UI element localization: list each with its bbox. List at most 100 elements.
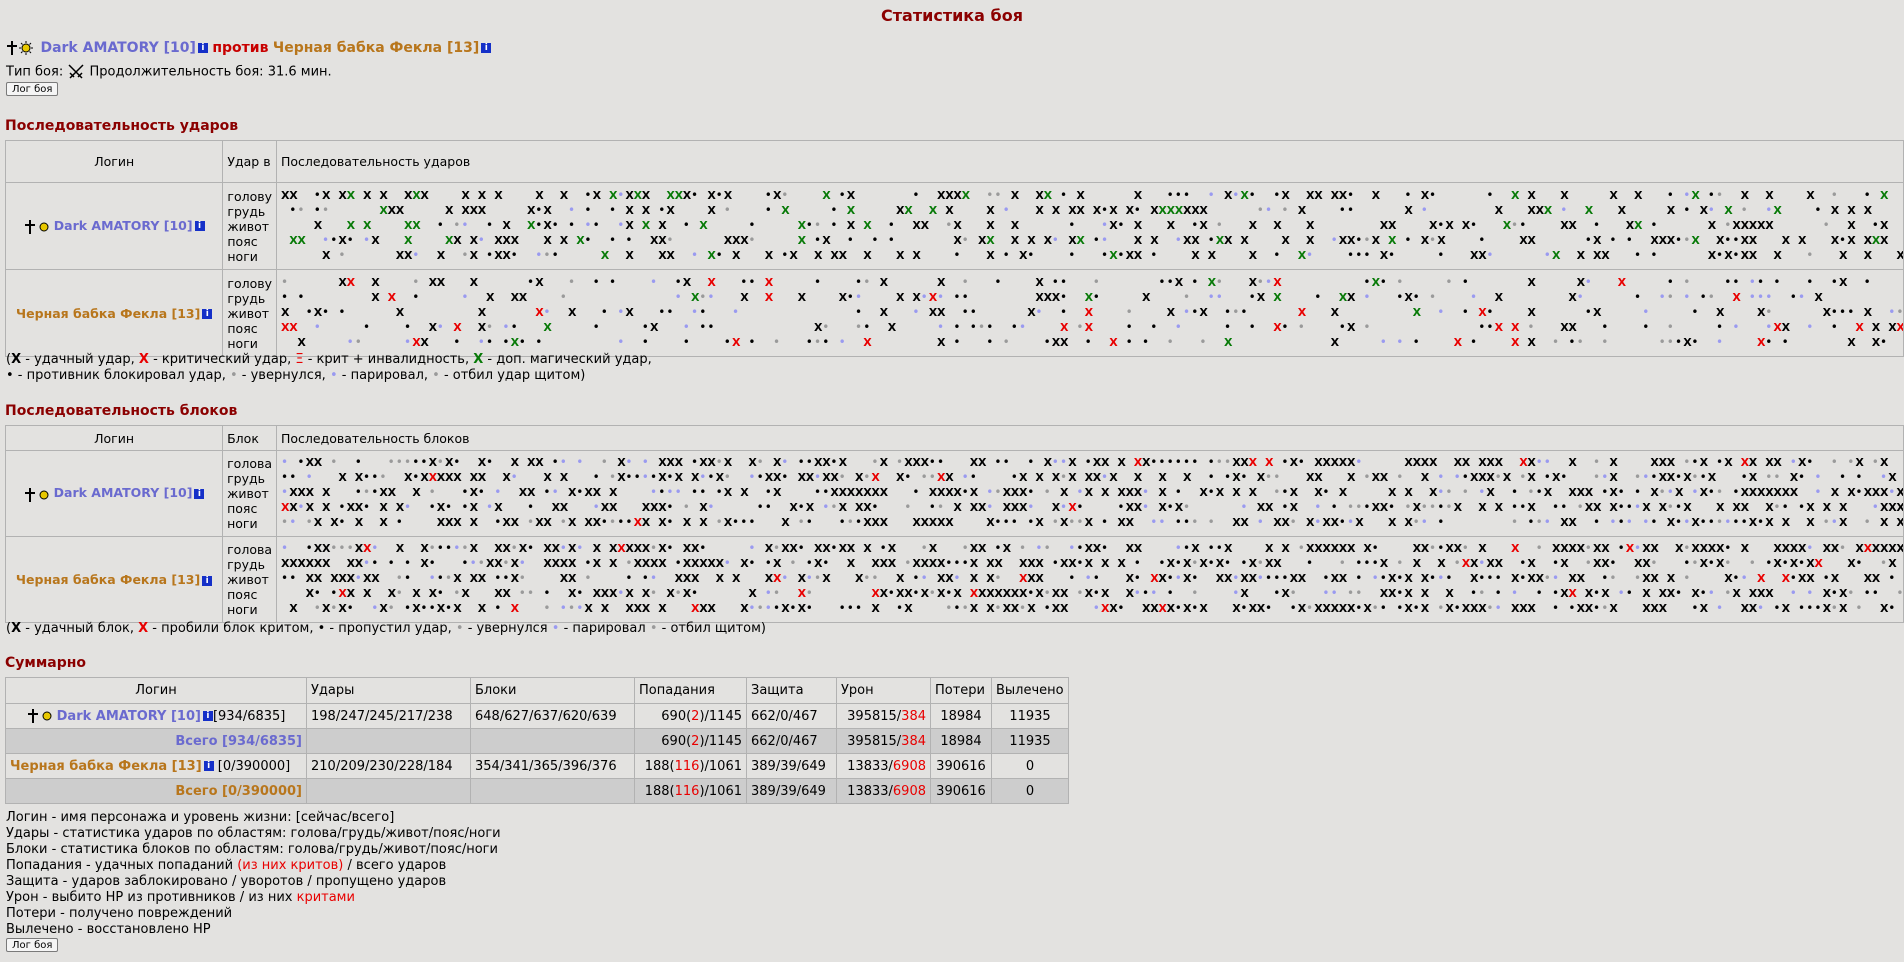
dot-mark: • <box>1544 571 1551 585</box>
hit-mark: X <box>1880 516 1889 529</box>
dot-mark: • <box>306 515 313 529</box>
hit-mark: X <box>1224 336 1233 349</box>
hit-mark: X <box>1134 219 1143 232</box>
battle-log-button[interactable]: Лог боя <box>6 938 59 952</box>
fighter-1-name[interactable]: Dark AMATORY [10] <box>40 40 195 56</box>
dot-mark: • <box>675 556 682 570</box>
hit-mark: X <box>1019 471 1028 484</box>
hit-mark: X <box>1388 219 1397 232</box>
fighter-1-name[interactable]: Dark AMATORY [10] <box>54 218 193 233</box>
hit-mark: X <box>1068 471 1077 484</box>
dot-mark: • <box>1273 188 1280 202</box>
info-icon[interactable]: i <box>197 43 208 53</box>
dot-mark: • <box>1659 485 1666 499</box>
hit-mark: X <box>1593 501 1602 514</box>
hit-mark: X <box>1208 249 1217 262</box>
dot-mark: • <box>437 455 444 469</box>
dot-mark: • <box>1782 556 1789 570</box>
dot-mark: • <box>494 571 501 585</box>
info-icon[interactable]: i <box>481 43 492 53</box>
hit-mark: X <box>1462 456 1471 469</box>
dot-mark: • <box>822 556 829 570</box>
hit-mark: X <box>904 602 913 615</box>
dot-mark: • <box>1585 275 1592 289</box>
dot-mark: • <box>1765 556 1772 570</box>
hit-mark: X <box>986 219 995 232</box>
zone-head: голову <box>227 188 272 204</box>
hit-mark: X <box>396 306 405 319</box>
info-icon[interactable]: i <box>202 309 213 319</box>
dot-mark: • <box>1741 571 1748 585</box>
dot-mark: • <box>1404 188 1411 202</box>
info-icon[interactable]: i <box>194 221 205 232</box>
dot-mark: • <box>773 586 780 600</box>
dot-mark: • <box>609 470 616 484</box>
summary-section-title: Суммарно <box>5 655 87 671</box>
dot-mark: • <box>1667 335 1674 349</box>
dot-mark: • <box>806 571 813 585</box>
hit-mark: X <box>1199 204 1208 217</box>
dot-mark: • <box>1806 275 1813 289</box>
dot-mark: • <box>1650 218 1657 232</box>
sun-icon <box>39 490 49 500</box>
dot-mark: • <box>1716 485 1723 499</box>
hit-mark: X <box>863 249 872 262</box>
hit-mark: X <box>699 219 708 232</box>
dot-mark: • <box>1076 541 1083 555</box>
dot-mark: • <box>1437 218 1444 232</box>
dot-mark: • <box>707 320 714 334</box>
dot-mark: • <box>1880 335 1887 349</box>
dot-mark: • <box>699 320 706 334</box>
dot-mark: • <box>1265 275 1272 289</box>
dot-mark: • <box>962 556 969 570</box>
dot-mark: • <box>1265 203 1272 217</box>
hit-mark: X <box>863 219 872 232</box>
dot-mark: • <box>1814 203 1821 217</box>
dot-mark: • <box>1027 500 1034 514</box>
hit-mark: X <box>1068 456 1077 469</box>
hit-mark: X <box>1478 542 1487 555</box>
dot-mark: • <box>281 470 288 484</box>
hit-mark: X <box>1109 471 1118 484</box>
dot-mark: • <box>1552 335 1559 349</box>
hit-mark: X <box>1552 249 1561 262</box>
hit-mark: X <box>1757 572 1766 585</box>
dot-mark: • <box>1232 571 1239 585</box>
hit-mark: X <box>347 276 356 289</box>
hit-mark: X <box>1347 471 1356 484</box>
dot-mark: • <box>1601 320 1608 334</box>
dot-mark: • <box>1027 586 1034 600</box>
info-icon[interactable]: i <box>202 575 213 586</box>
dot-mark: • <box>1265 601 1272 615</box>
fighter-2-name[interactable]: Черная бабка Фекла [13] <box>273 40 479 56</box>
info-icon[interactable]: i <box>194 488 205 499</box>
fighter-2-name[interactable]: Черная бабка Фекла [13] <box>16 572 200 587</box>
dot-mark: • <box>617 586 624 600</box>
dot-mark: • <box>1872 586 1879 600</box>
hit-mark: X <box>1855 456 1864 469</box>
dot-mark: • <box>1519 500 1526 514</box>
hit-mark: X <box>1249 219 1258 232</box>
fighter-2-name[interactable]: Черная бабка Фекла [13] <box>10 759 202 774</box>
dot-mark: • <box>1478 485 1485 499</box>
dot-mark: • <box>1117 248 1124 262</box>
dot-mark: • <box>912 305 919 319</box>
dot-mark: • <box>1732 248 1739 262</box>
dot-mark: • <box>1158 515 1165 529</box>
info-icon[interactable]: i <box>202 711 213 721</box>
fighter-1-name[interactable]: Dark AMATORY [10] <box>54 485 193 500</box>
hit-mark: X <box>707 276 716 289</box>
battle-log-button[interactable]: Лог боя <box>6 82 59 96</box>
info-icon[interactable]: i <box>203 761 214 771</box>
dot-mark: • <box>1708 203 1715 217</box>
dot-mark: • <box>1470 335 1477 349</box>
fighter-1-name[interactable]: Dark AMATORY [10] <box>57 709 201 724</box>
fighter-2-name[interactable]: Черная бабка Фекла [13] <box>16 306 200 321</box>
dot-mark: • <box>617 335 624 349</box>
hit-mark: X <box>1527 501 1536 514</box>
dot-mark: • <box>1208 541 1215 555</box>
hit-mark: X <box>1314 189 1323 202</box>
dot-mark: • <box>1093 571 1100 585</box>
zone-chest: грудь <box>227 557 266 572</box>
hit-mark: X <box>1109 336 1118 349</box>
